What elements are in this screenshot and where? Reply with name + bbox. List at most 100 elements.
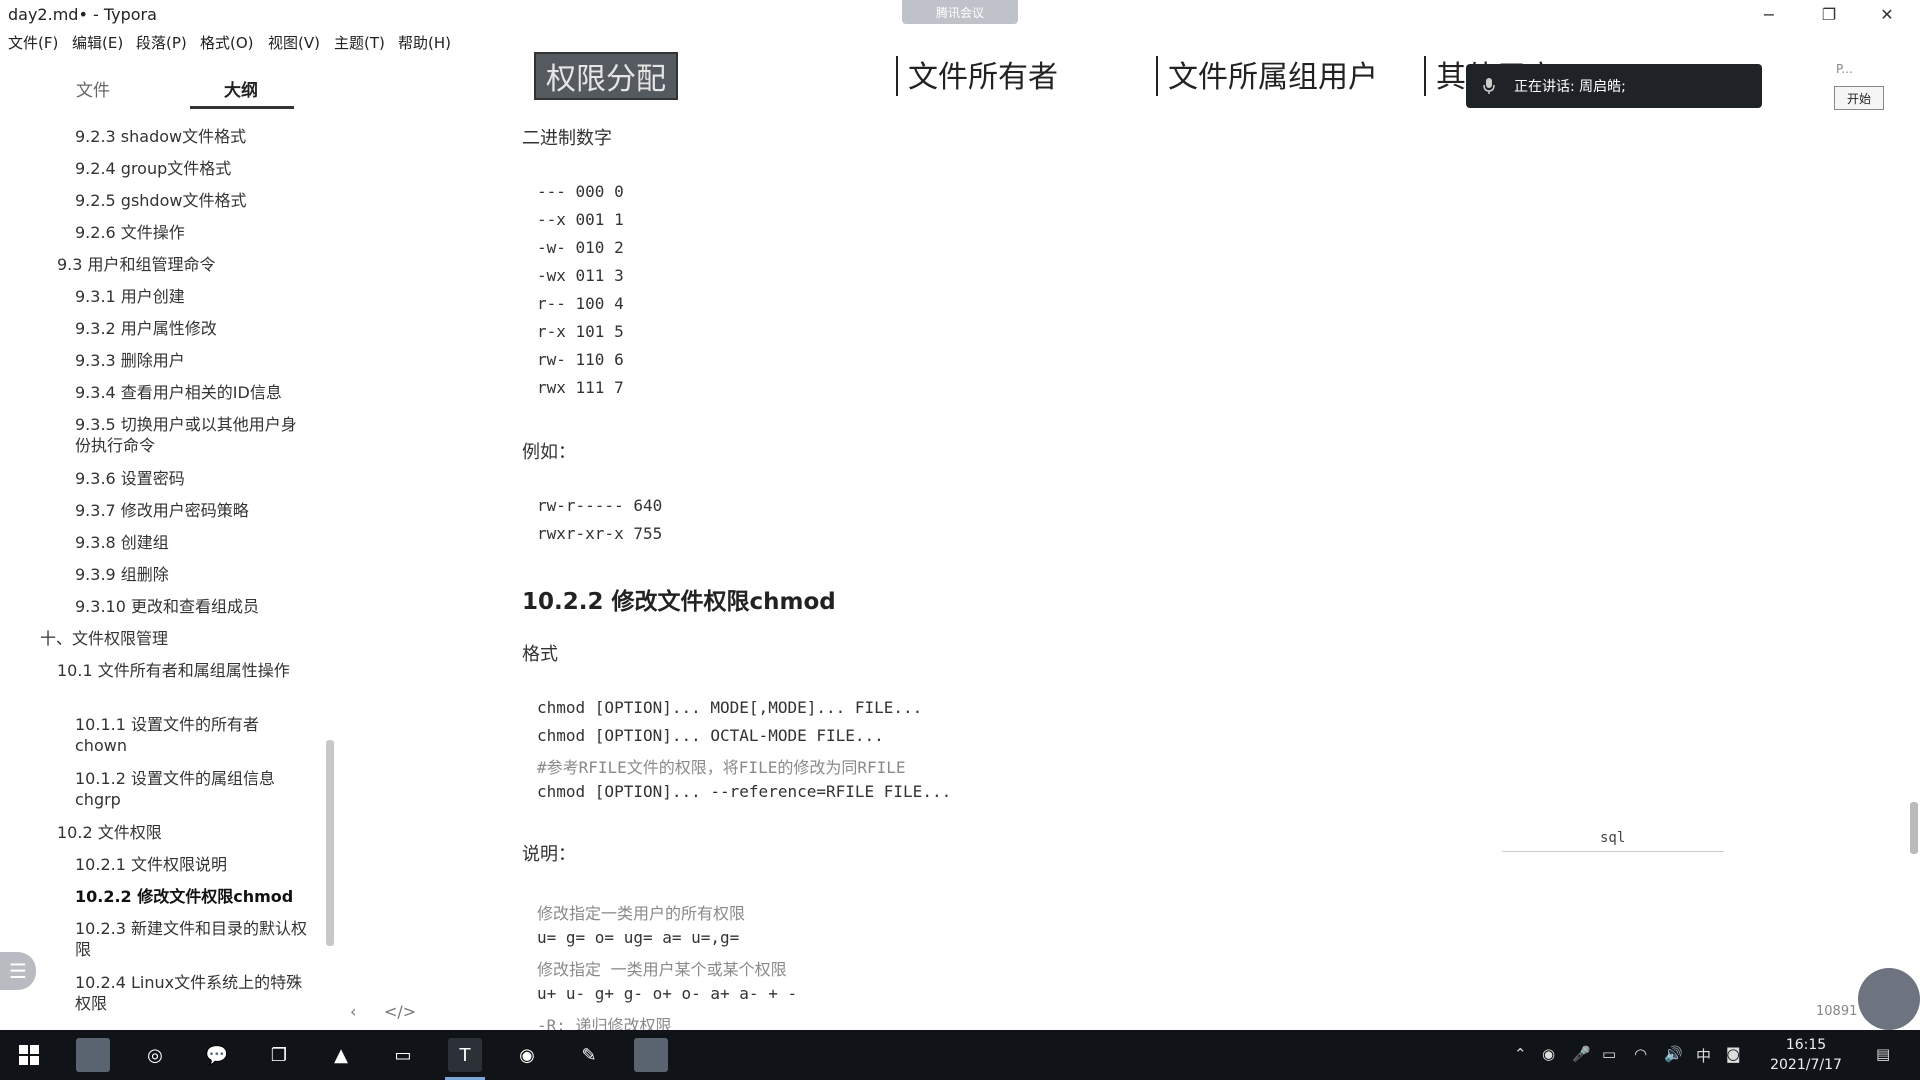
outline-item[interactable]: 9.2.4 group文件格式 [75, 158, 231, 179]
outline-item[interactable]: 10.2 文件权限 [57, 822, 162, 843]
code-line: r-- 100 4 [537, 294, 624, 313]
qq-tray-icon[interactable]: ◙ [1726, 1045, 1741, 1063]
start-button[interactable]: 开始 [1834, 86, 1884, 110]
outline-item[interactable]: 9.3.1 用户创建 [75, 286, 185, 307]
app-icon[interactable] [634, 1038, 668, 1072]
tab-files[interactable]: 文件 [76, 76, 110, 101]
outline-item[interactable]: 9.3.5 切换用户或以其他用户身份执行命令 [75, 414, 305, 456]
clock-time: 16:15 [1785, 1037, 1827, 1053]
close-button[interactable]: ✕ [1864, 0, 1910, 28]
typora-icon[interactable]: T [448, 1038, 482, 1072]
back-icon[interactable]: ‹ [350, 1002, 356, 1021]
outline-item[interactable]: 9.3.2 用户属性修改 [75, 318, 217, 339]
code-line: rwxr-xr-x 755 [537, 524, 663, 543]
outline-item[interactable]: 十、文件权限管理 [40, 628, 168, 649]
speaking-indicator: 正在讲话: 周启皓; [1466, 64, 1762, 108]
outline-item[interactable]: 10.2.1 文件权限说明 [75, 854, 227, 875]
outline-item[interactable]: 9.3.6 设置密码 [75, 468, 185, 489]
wechat-icon[interactable]: 💬 [200, 1038, 234, 1072]
network-status-icon[interactable]: ◉ [1542, 1045, 1555, 1063]
outline-item[interactable]: 10.1 文件所有者和属组属性操作 [57, 660, 297, 681]
microphone-tray-icon[interactable]: 🎤 [1572, 1045, 1591, 1063]
code-comment: 修改指定 一类用户某个或某个权限 [537, 960, 787, 979]
outline-item[interactable]: 9.3.7 修改用户密码策略 [75, 500, 249, 521]
outline-item[interactable]: 9.2.5 gshdow文件格式 [75, 190, 246, 211]
code-line: -wx 011 3 [537, 266, 624, 285]
photos-icon[interactable]: ▲ [324, 1038, 358, 1072]
tab-active-indicator [190, 106, 294, 109]
outline-item[interactable]: 9.3.4 查看用户相关的ID信息 [75, 382, 282, 403]
code-line: --- 000 0 [537, 182, 624, 201]
table-header-cell: 文件所有者 [908, 60, 1058, 95]
outline-toggle-icon[interactable]: ☰ [0, 952, 36, 990]
code-line: --x 001 1 [537, 210, 624, 229]
menu-paragraph[interactable]: 段落(P) [136, 32, 187, 53]
browser-icon[interactable]: ◎ [138, 1038, 172, 1072]
menu-theme[interactable]: 主题(T) [334, 32, 385, 53]
table-divider [1424, 56, 1426, 96]
code-line: u+ u- g+ g- o+ o- a+ a- + - [537, 984, 798, 1003]
file-explorer-icon[interactable]: ▭ [386, 1038, 420, 1072]
code-language-label[interactable]: sql [1600, 830, 1625, 846]
notification-icon[interactable]: ▤ [1876, 1045, 1890, 1063]
outline-item[interactable]: 9.3.10 更改和查看组成员 [75, 596, 259, 617]
outline-item[interactable]: 10.2.4 Linux文件系统上的特殊权限 [75, 972, 307, 1014]
taskbar-clock[interactable]: 16:15 2021/7/17 [1756, 1035, 1856, 1075]
menu-format[interactable]: 格式(O) [200, 32, 254, 53]
table-divider [1156, 56, 1158, 96]
code-line: r-x 101 5 [537, 322, 624, 341]
source-mode-icon[interactable]: </> [384, 1002, 416, 1021]
outline-item[interactable]: 9.3.9 组删除 [75, 564, 169, 585]
volume-icon[interactable]: 🔊 [1664, 1045, 1683, 1063]
app-icon[interactable] [76, 1038, 110, 1072]
table-divider [896, 56, 898, 96]
outline-item[interactable]: 9.3.3 删除用户 [75, 350, 185, 371]
example-label: 例如： [522, 442, 576, 463]
code-comment: 修改指定一类用户的所有权限 [537, 904, 746, 923]
battery-icon[interactable]: ▭ [1602, 1045, 1616, 1063]
meeting-banner[interactable]: 腾讯会议 [902, 0, 1018, 24]
code-line: chmod [OPTION]... MODE[,MODE]... FILE... [537, 698, 923, 717]
restore-button[interactable]: ❐ [1806, 0, 1852, 28]
outline-item[interactable]: 9.2.3 shadow文件格式 [75, 126, 246, 147]
code-language-underline [1502, 851, 1724, 852]
code-line: chmod [OPTION]... OCTAL-MODE FILE... [537, 726, 884, 745]
minimize-button[interactable]: − [1746, 0, 1792, 28]
ime-indicator[interactable]: 中 [1696, 1045, 1711, 1066]
word-count[interactable]: 10891 [1816, 1004, 1857, 1019]
outline-item[interactable]: 10.1.1 设置文件的所有者chown [75, 714, 285, 756]
table-header-cell: 文件所属组用户 [1168, 60, 1378, 95]
sidebar: 文件 大纲 9.2.3 shadow文件格式 9.2.4 group文件格式 9… [0, 62, 340, 1030]
clock-date: 2021/7/17 [1770, 1057, 1842, 1073]
taskbar: ◎ 💬 ❐ ▲ ▭ T ◉ ✎ ⌃ ◉ 🎤 ▭ ◠ 🔊 中 ◙ ▤ [0, 1030, 1920, 1080]
menu-view[interactable]: 视图(V) [268, 32, 320, 53]
outline-item[interactable]: 9.3 用户和组管理命令 [57, 254, 216, 275]
tab-outline[interactable]: 大纲 [224, 76, 258, 101]
window-title: day2.md• - Typora [8, 5, 157, 24]
outline-item[interactable]: 9.3.8 创建组 [75, 532, 169, 553]
notes-icon[interactable]: ✎ [572, 1038, 606, 1072]
chevron-up-icon[interactable]: ⌃ [1514, 1045, 1527, 1063]
menu-file[interactable]: 文件(F) [8, 32, 58, 53]
virtual-machine-icon[interactable]: ❐ [262, 1038, 296, 1072]
outline-item[interactable]: 9.2.6 文件操作 [75, 222, 185, 243]
outline-item-active[interactable]: 10.2.2 修改文件权限chmod [75, 886, 293, 907]
outline-item[interactable]: 10.1.2 设置文件的属组信息chgrp [75, 768, 297, 810]
editor[interactable]: 权限分配 文件所有者 文件所属组用户 其他用户 二进制数字 --- 000 0 … [510, 48, 1730, 1035]
avatar[interactable] [1858, 968, 1920, 1030]
code-line: chmod [OPTION]... --reference=RFILE FILE… [537, 782, 952, 801]
windows-start-icon[interactable] [12, 1038, 46, 1072]
outline-item[interactable]: 10.2.3 新建文件和目录的默认权限 [75, 918, 307, 960]
code-line: rw- 110 6 [537, 350, 624, 369]
meeting-app-icon[interactable]: ◉ [510, 1038, 544, 1072]
wifi-icon[interactable]: ◠ [1634, 1045, 1647, 1063]
menu-edit[interactable]: 编辑(E) [72, 32, 123, 53]
editor-scrollbar[interactable] [1910, 802, 1918, 854]
speaking-text: 正在讲话: 周启皓; [1514, 79, 1626, 95]
menu-help[interactable]: 帮助(H) [398, 32, 451, 53]
code-line: rwx 111 7 [537, 378, 624, 397]
meeting-start-panel: P... 开始 [1828, 56, 1888, 116]
sidebar-scrollbar[interactable] [326, 740, 334, 946]
desc-label: 说明： [522, 844, 576, 865]
section-heading: 10.2.2 修改文件权限chmod [522, 589, 836, 615]
